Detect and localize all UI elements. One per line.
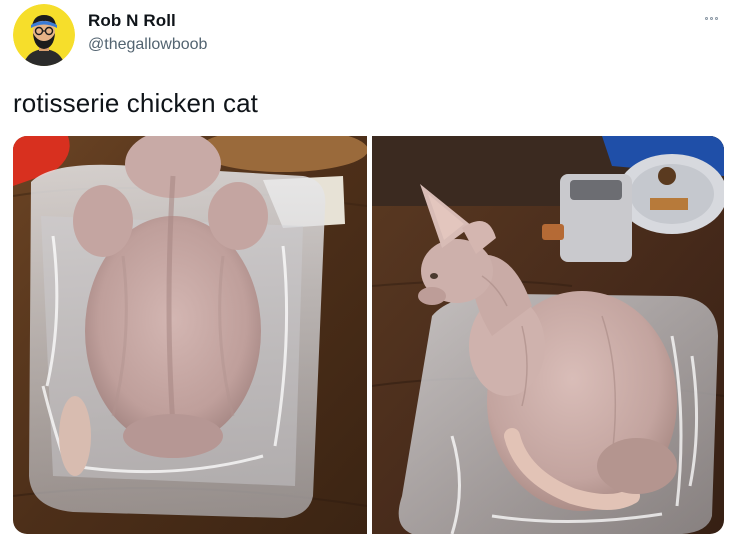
bearded-man-avatar-icon (13, 4, 75, 66)
author-handle[interactable]: @thegallowboob (88, 36, 207, 54)
tweet-card: Rob N Roll @thegallowboob rotisserie chi… (0, 0, 740, 549)
author-display-name[interactable]: Rob N Roll (88, 11, 176, 31)
tweet-text: rotisserie chicken cat (13, 88, 258, 118)
avatar[interactable] (13, 4, 75, 66)
tweet-media[interactable] (13, 136, 724, 534)
more-options-icon[interactable] (700, 11, 722, 25)
photo-right[interactable] (372, 136, 724, 534)
photo-left[interactable] (13, 136, 367, 534)
